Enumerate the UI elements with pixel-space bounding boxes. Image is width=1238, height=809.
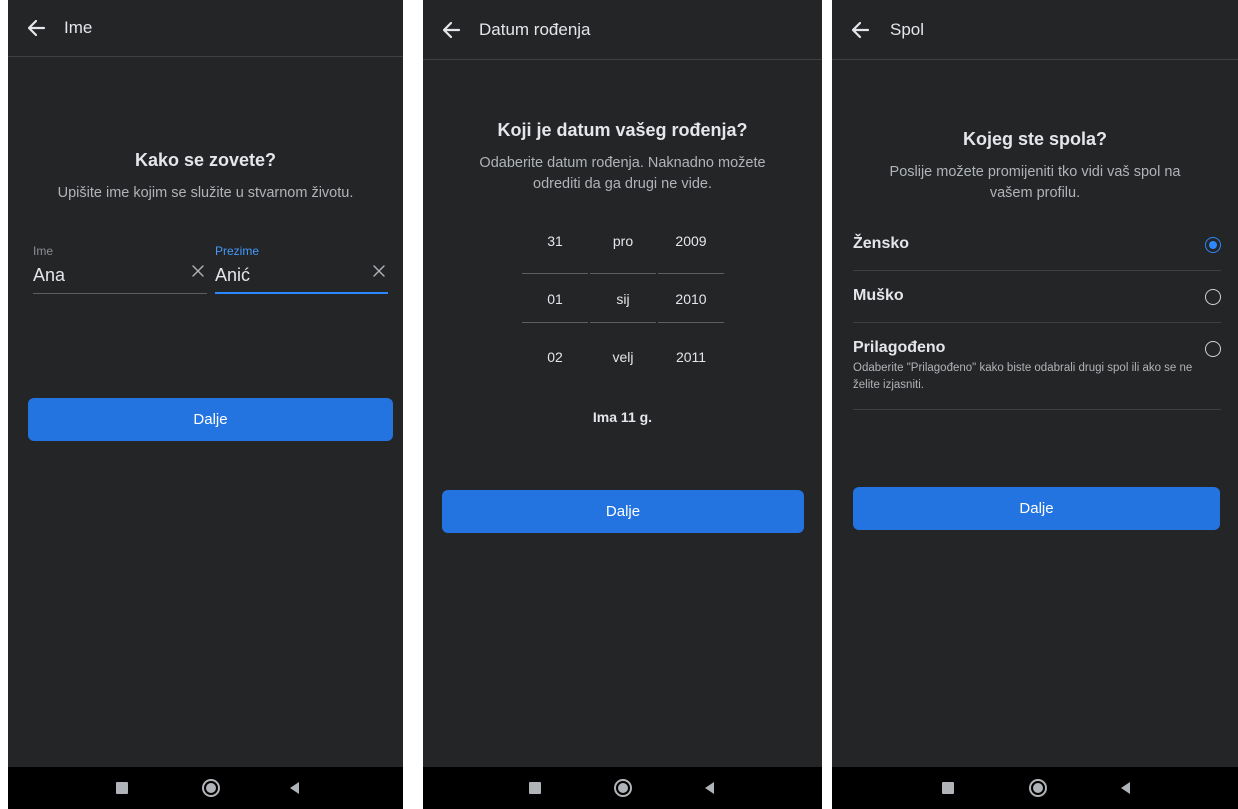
page-title: Spol (890, 19, 925, 39)
first-name-label: Ime (33, 244, 54, 258)
option-custom[interactable]: Prilagođeno Odaberite "Prilagođeno" kako… (853, 336, 1221, 400)
page-title: Datum rođenja (479, 19, 591, 39)
option-female-label: Žensko (853, 235, 910, 252)
recents-square-icon[interactable] (529, 782, 541, 794)
back-arrow-icon[interactable] (441, 20, 461, 40)
recents-square-icon[interactable] (942, 782, 954, 794)
top-bar: Spol (832, 0, 1238, 60)
next-button[interactable]: Dalje (28, 398, 393, 441)
picker-month[interactable]: pro (590, 233, 656, 249)
heading: Kako se zovete? (134, 150, 277, 170)
age-text: Ima 11 g. (592, 409, 653, 425)
home-circle-icon[interactable] (1029, 779, 1047, 797)
last-name-field[interactable]: Prezime (215, 244, 388, 302)
home-circle-icon[interactable] (202, 779, 220, 797)
system-nav-bar (832, 767, 1238, 809)
first-name-underline (33, 293, 207, 294)
picker-month-selected[interactable]: sij (590, 291, 656, 307)
back-triangle-icon[interactable] (705, 782, 714, 794)
subtitle: Odaberite datum rođenja. Naknadno možete… (479, 155, 766, 192)
radio-unchecked-icon[interactable] (1205, 341, 1221, 357)
back-triangle-icon[interactable] (1121, 782, 1130, 794)
picker-year[interactable]: 2009 (658, 233, 724, 249)
picker-month[interactable]: velj (590, 349, 656, 365)
system-nav-bar (8, 767, 403, 809)
option-male-label: Muško (853, 287, 904, 304)
option-female[interactable]: Žensko (853, 232, 1221, 256)
gender-screen: Spol Kojeg ste spola? Poslije možete pro… (832, 0, 1238, 809)
top-bar: Datum rođenja (423, 0, 822, 60)
picker-divider (590, 322, 656, 323)
first-name-input[interactable] (33, 262, 183, 288)
subtitle: Poslije možete promijeniti tko vidi vaš … (889, 164, 1181, 201)
recents-square-icon[interactable] (116, 782, 128, 794)
page-title: Ime (64, 18, 93, 37)
picker-day[interactable]: 31 (522, 233, 588, 249)
radio-checked-icon[interactable] (1205, 237, 1221, 253)
system-nav-bar (423, 767, 822, 809)
next-button[interactable]: Dalje (853, 487, 1220, 530)
divider (853, 409, 1221, 410)
back-arrow-icon[interactable] (26, 18, 46, 38)
picker-day-selected[interactable]: 01 (522, 291, 588, 307)
last-name-label: Prezime (215, 244, 260, 258)
divider (853, 270, 1221, 271)
clear-first-name-icon[interactable] (191, 264, 205, 278)
clear-last-name-icon[interactable] (372, 264, 386, 278)
divider (853, 322, 1221, 323)
radio-unchecked-icon[interactable] (1205, 289, 1221, 305)
back-triangle-icon[interactable] (290, 782, 299, 794)
picker-divider (522, 322, 588, 323)
picker-day[interactable]: 02 (522, 349, 588, 365)
back-arrow-icon[interactable] (850, 20, 870, 40)
picker-year[interactable]: 2011 (658, 349, 724, 365)
picker-divider (590, 273, 656, 274)
birthday-screen: Datum rođenja Koji je datum vašeg rođenj… (423, 0, 822, 809)
home-circle-icon[interactable] (614, 779, 632, 797)
picker-divider (658, 273, 724, 274)
picker-divider (522, 273, 588, 274)
top-bar: Ime (8, 0, 403, 57)
option-custom-label: Prilagođeno (853, 339, 946, 356)
option-male[interactable]: Muško (853, 284, 1221, 308)
subtitle: Upišite ime kojim se služite u stvarnom … (57, 185, 354, 201)
last-name-input[interactable] (215, 262, 365, 288)
heading: Kojeg ste spola? (962, 129, 1108, 149)
name-screen: Ime Kako se zovete? Upišite ime kojim se… (8, 0, 403, 809)
next-button[interactable]: Dalje (442, 490, 804, 533)
last-name-underline (215, 292, 388, 294)
first-name-field[interactable]: Ime (33, 244, 207, 302)
heading: Koji je datum vašeg rođenja? (497, 120, 748, 140)
picker-year-selected[interactable]: 2010 (658, 291, 724, 307)
picker-divider (658, 322, 724, 323)
option-custom-description: Odaberite "Prilagođeno" kako biste odabr… (853, 362, 1193, 391)
